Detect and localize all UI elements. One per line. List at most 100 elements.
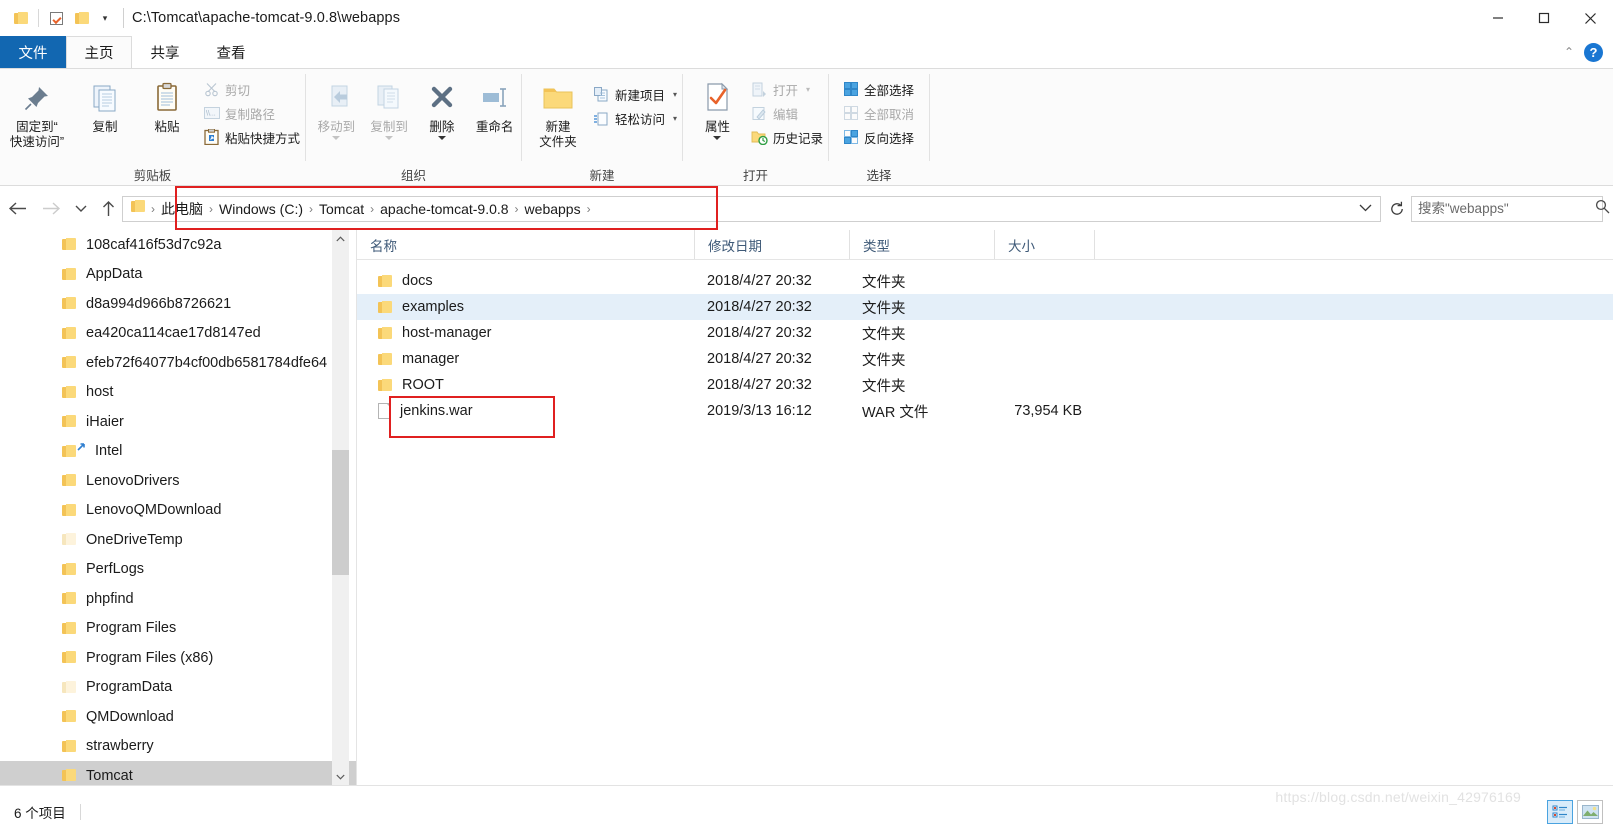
file-row-name-cell[interactable]: jenkins.war [357,403,694,419]
maximize-button[interactable] [1521,0,1567,36]
delete-caret-icon[interactable] [437,136,446,140]
file-row-name-cell[interactable]: docs [357,273,694,289]
tab-share[interactable]: 共享 [132,36,198,68]
new-item-caret-icon[interactable]: ▾ [673,90,677,99]
up-button[interactable] [94,191,122,227]
copy-to-caret-icon[interactable] [385,136,394,140]
navigation-pane[interactable]: 108caf416f53d7c92a AppData d8a994d966b8726… [0,230,356,785]
new-item-button[interactable]: 新建项目 ▾ [588,82,682,106]
ribbon-group-clipboard: 固定到“ 快速访问” 复制 粘贴 剪切 \\... 复制路径 粘贴快捷方式 剪贴… [0,69,305,185]
tab-file[interactable]: 文件 [0,36,66,68]
close-button[interactable] [1567,0,1613,36]
address-dropdown-caret-icon[interactable] [1351,203,1380,215]
history-button[interactable]: 历史记录 [746,125,828,149]
nav-tree-item[interactable]: ea420ca114cae17d8147ed [0,319,356,349]
edit-button[interactable]: 编辑 [746,101,828,125]
search-box[interactable] [1411,195,1610,222]
breadcrumb-apache-tomcat[interactable]: apache-tomcat-9.0.8 [375,201,513,217]
nav-tree-item[interactable]: AppData [0,260,356,290]
nav-tree-item[interactable]: QMDownload [0,702,356,732]
column-header-type[interactable]: 类型 [849,230,994,259]
copy-path-button[interactable]: \\... 复制路径 [198,101,305,125]
paste-shortcut-button[interactable]: 粘贴快捷方式 [198,125,305,149]
file-row[interactable]: docs 2018/4/27 20:32 文件夹 [357,268,1613,294]
search-icon[interactable] [1595,199,1610,219]
nav-scrollbar-thumb[interactable] [332,450,349,575]
breadcrumb-windows-c[interactable]: Windows (C:) [214,201,308,217]
copy-to-icon [373,78,405,118]
address-bar[interactable]: › 此电脑 › Windows (C:) › Tomcat › apache-t… [122,195,1381,222]
nav-scroll-down-icon[interactable] [332,768,349,785]
nav-tree-item[interactable]: d8a994d966b8726621 [0,289,356,319]
file-row[interactable]: ROOT 2018/4/27 20:32 文件夹 [357,372,1613,398]
rename-button[interactable]: 重命名 [468,74,521,135]
navigation-scrollbar[interactable] [332,230,349,785]
easy-access-caret-icon[interactable]: ▾ [673,114,677,123]
minimize-button[interactable] [1475,0,1521,36]
move-to-caret-icon[interactable] [332,136,341,140]
nav-tree-item[interactable]: LenovoDrivers [0,466,356,496]
file-row[interactable]: examples 2018/4/27 20:32 文件夹 [357,294,1613,320]
nav-tree-item[interactable]: OneDriveTemp [0,525,356,555]
column-header-size[interactable]: 大小 [994,230,1094,259]
nav-tree-item[interactable]: strawberry [0,732,356,762]
help-icon[interactable]: ? [1584,42,1603,62]
properties-checkbox-icon[interactable] [43,3,69,33]
recent-locations-button[interactable] [68,191,94,227]
file-row-name-cell[interactable]: ROOT [357,377,694,393]
column-header-date[interactable]: 修改日期 [694,230,849,259]
breadcrumb-webapps[interactable]: webapps [520,201,586,217]
details-view-icon[interactable] [1547,799,1573,824]
properties-caret-icon[interactable] [713,136,722,140]
file-row[interactable]: host-manager 2018/4/27 20:32 文件夹 [357,320,1613,346]
nav-tree-item[interactable]: efeb72f64077b4cf00db6581784dfe64 [0,348,356,378]
copy-button[interactable]: 复制 [74,74,136,135]
file-row-name-cell[interactable]: host-manager [357,325,694,341]
nav-tree-item[interactable]: ProgramData [0,673,356,703]
collapse-ribbon-icon[interactable]: ⌃ [1564,45,1574,59]
nav-tree-item[interactable]: LenovoQMDownload [0,496,356,526]
file-row[interactable]: manager 2018/4/27 20:32 文件夹 [357,346,1613,372]
nav-tree-item[interactable]: Intel [0,437,356,467]
refresh-button[interactable] [1383,196,1411,222]
nav-tree-item[interactable]: Program Files (x86) [0,643,356,673]
nav-tree-item[interactable]: host [0,378,356,408]
nav-tree-item[interactable]: Program Files [0,614,356,644]
forward-button[interactable] [34,191,68,227]
select-all-button[interactable]: 全部选择 [837,77,919,101]
file-row-name-cell[interactable]: examples [357,299,694,315]
nav-tree-item[interactable]: PerfLogs [0,555,356,585]
nav-tree-item[interactable]: phpfind [0,584,356,614]
nav-tree-item[interactable]: 108caf416f53d7c92a [0,230,356,260]
new-folder-button[interactable]: 新建 文件夹 [528,74,588,150]
file-row-name-cell[interactable]: manager [357,351,694,367]
breadcrumb-this-pc[interactable]: 此电脑 [156,199,208,219]
invert-selection-button[interactable]: 反向选择 [837,125,919,149]
nav-scroll-up-icon[interactable] [332,230,349,247]
customize-qat-caret-icon[interactable]: ▾ [95,3,115,33]
column-header-name[interactable]: 名称 [357,230,694,259]
properties-button[interactable]: 属性 [689,74,746,140]
move-to-button[interactable]: 移动到 [310,74,363,140]
breadcrumb-tomcat[interactable]: Tomcat [314,201,369,217]
file-list-pane[interactable]: 名称 修改日期 类型 大小 docs 2018/4/27 20:32 文件夹 exam… [357,230,1613,785]
tab-view[interactable]: 查看 [198,36,264,68]
easy-access-button[interactable]: 轻松访问 ▾ [588,106,682,130]
large-icons-view-icon[interactable] [1577,799,1603,824]
tab-home[interactable]: 主页 [66,36,132,68]
delete-button[interactable]: 删除 [416,74,469,140]
paste-button[interactable]: 粘贴 [136,74,198,135]
search-input[interactable] [1418,201,1595,216]
breadcrumb-sep-5[interactable]: › [586,202,592,216]
nav-tree-item[interactable]: Tomcat [0,761,356,785]
select-none-button[interactable]: 全部取消 [837,101,919,125]
new-folder-qat-icon[interactable] [69,3,95,33]
cut-button[interactable]: 剪切 [198,77,305,101]
file-row[interactable]: jenkins.war 2019/3/13 16:12 WAR 文件 73,954 K… [357,398,1613,424]
pin-to-quick-access-button[interactable]: 固定到“ 快速访问” [0,74,74,150]
copy-to-button[interactable]: 复制到 [363,74,416,140]
back-button[interactable] [0,191,34,227]
nav-tree-item[interactable]: iHaier [0,407,356,437]
open-button[interactable]: 打开 ▾ [746,77,828,101]
open-caret-icon[interactable]: ▾ [806,85,810,94]
